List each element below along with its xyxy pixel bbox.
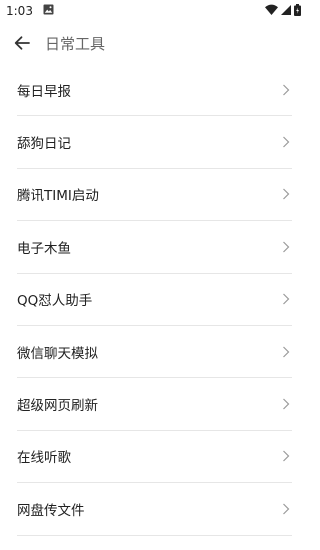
list-item-label: 在线听歌 xyxy=(17,450,71,467)
chevron-right-icon xyxy=(282,450,290,462)
back-arrow-icon[interactable] xyxy=(10,31,34,55)
tool-list: 每日早报 舔狗日记 腾讯TIMI启动 电子木鱼 QQ怼人助手 微信聊天模拟 超级… xyxy=(17,64,292,536)
page-title: 日常工具 xyxy=(45,34,106,53)
list-item-timi-launch[interactable]: 腾讯TIMI启动 xyxy=(17,169,292,222)
list-item-page-refresh[interactable]: 超级网页刷新 xyxy=(17,378,292,431)
list-item-qq-roast-helper[interactable]: QQ怼人助手 xyxy=(17,274,292,326)
list-item-label: 网盘传文件 xyxy=(17,502,85,519)
list-item-wooden-fish[interactable]: 电子木鱼 xyxy=(17,221,292,274)
chevron-right-icon xyxy=(282,293,290,305)
wifi-icon xyxy=(265,4,278,18)
battery-icon xyxy=(294,3,301,19)
signal-icon xyxy=(281,4,291,18)
list-item-label: 超级网页刷新 xyxy=(17,398,98,415)
chevron-right-icon xyxy=(282,503,290,515)
chevron-right-icon xyxy=(282,241,290,253)
list-item-label: 微信聊天模拟 xyxy=(17,345,98,362)
status-bar: 1:03 xyxy=(0,0,309,22)
list-item-daily-news[interactable]: 每日早报 xyxy=(17,64,292,117)
list-item-label: 舔狗日记 xyxy=(17,136,71,153)
chevron-right-icon xyxy=(282,136,290,148)
list-item-online-music[interactable]: 在线听歌 xyxy=(17,431,292,484)
list-item-cloud-file-transfer[interactable]: 网盘传文件 xyxy=(17,483,292,536)
list-item-label: QQ怼人助手 xyxy=(17,293,93,310)
app-bar: 日常工具 xyxy=(0,22,309,64)
list-item-label: 电子木鱼 xyxy=(17,240,71,257)
chevron-right-icon xyxy=(282,84,290,96)
chevron-right-icon xyxy=(282,346,290,358)
list-item-wechat-chat-sim[interactable]: 微信聊天模拟 xyxy=(17,326,292,379)
list-item-simp-diary[interactable]: 舔狗日记 xyxy=(17,116,292,169)
status-time: 1:03 xyxy=(6,4,33,18)
chevron-right-icon xyxy=(282,188,290,200)
list-item-label: 腾讯TIMI启动 xyxy=(17,188,99,205)
image-notification-icon xyxy=(43,4,54,18)
list-item-label: 每日早报 xyxy=(17,83,71,100)
chevron-right-icon xyxy=(282,398,290,410)
